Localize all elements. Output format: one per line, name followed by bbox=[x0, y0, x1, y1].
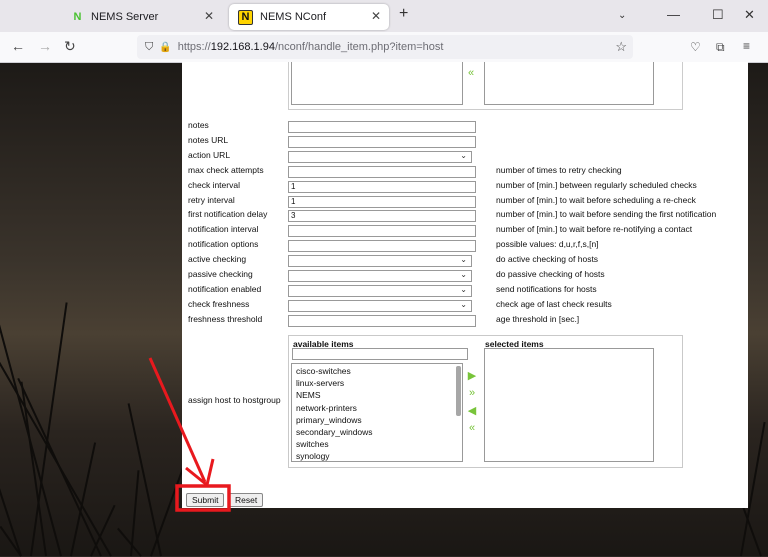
field-input[interactable]: 3 bbox=[288, 210, 476, 223]
forward-arrow-icon[interactable]: → bbox=[38, 38, 52, 54]
list-item[interactable]: NEMS bbox=[296, 390, 321, 400]
field-input[interactable] bbox=[288, 121, 476, 133]
field-select[interactable]: ⌄ bbox=[288, 284, 472, 297]
remove-all-arrow-icon[interactable]: « bbox=[464, 68, 478, 79]
tab-label: NEMS NConf bbox=[260, 11, 327, 23]
add-all-arrow-icon[interactable]: » bbox=[465, 388, 479, 399]
url-path: /nconf/handle_item.php?item=host bbox=[274, 41, 444, 53]
field-label: check interval bbox=[188, 179, 240, 190]
shield-icon: ⛉ bbox=[145, 40, 154, 53]
previous-available-list[interactable] bbox=[291, 62, 463, 105]
field-description: send notifications for hosts bbox=[496, 283, 597, 294]
field-input[interactable] bbox=[288, 225, 476, 238]
navigation-bar: ← → ↻ ⛉ 🔒 https:// 192.168.1.94 /nconf/h… bbox=[0, 32, 768, 63]
field-description: age threshold in [sec.] bbox=[496, 313, 580, 324]
add-arrow-icon[interactable]: ▶ bbox=[465, 371, 479, 382]
field-description: number of [min.] between regularly sched… bbox=[496, 179, 697, 190]
minimize-icon[interactable]: — bbox=[667, 7, 680, 22]
tab-label: NEMS Server bbox=[91, 11, 159, 23]
lock-icon: 🔒 bbox=[159, 41, 172, 53]
list-item[interactable]: network-printers bbox=[296, 403, 357, 413]
list-item[interactable]: primary_windows bbox=[296, 415, 362, 425]
field-label: notification options bbox=[188, 239, 259, 250]
menu-icon[interactable]: ≡ bbox=[743, 39, 750, 53]
available-items-list[interactable]: cisco-switches linux-servers NEMS network-p… bbox=[291, 363, 463, 462]
field-label: notification enabled bbox=[188, 283, 262, 294]
nconf-page: « notes notes URL action URL ⌄ max check att… bbox=[182, 62, 748, 508]
close-icon[interactable]: ✕ bbox=[371, 9, 381, 23]
tab-bar: N NEMS Server ✕ N NEMS NConf ✕ + ⌄ — ☐ ✕ bbox=[0, 0, 768, 32]
previous-selected-list[interactable] bbox=[484, 62, 654, 105]
maximize-icon[interactable]: ☐ bbox=[712, 7, 724, 23]
address-bar[interactable]: ⛉ 🔒 https:// 192.168.1.94 /nconf/handle_… bbox=[137, 35, 633, 59]
field-description: number of times to retry checking bbox=[496, 164, 622, 175]
field-label: notes URL bbox=[188, 134, 229, 145]
field-description: number of [min.] to wait before re-notif… bbox=[496, 224, 693, 235]
remove-arrow-icon[interactable]: ◀ bbox=[465, 406, 479, 417]
window-close-icon[interactable]: ✕ bbox=[744, 7, 755, 23]
list-item[interactable]: linux-servers bbox=[296, 378, 344, 388]
list-item[interactable]: cisco-switches bbox=[296, 366, 351, 376]
url-scheme: https:// bbox=[177, 41, 211, 53]
field-select[interactable]: ⌄ bbox=[288, 299, 472, 312]
field-label: passive checking bbox=[188, 269, 253, 279]
nems-server-icon: N bbox=[73, 11, 82, 23]
field-description: check age of last check results bbox=[496, 298, 612, 309]
available-filter-input[interactable] bbox=[292, 348, 468, 360]
reset-button[interactable]: Reset bbox=[229, 493, 264, 507]
chevron-down-icon: ⌄ bbox=[460, 284, 467, 294]
scrollbar[interactable] bbox=[456, 366, 461, 416]
list-item[interactable]: secondary_windows bbox=[296, 427, 373, 437]
field-description: number of [min.] to wait before scheduli… bbox=[496, 194, 696, 205]
field-label: retry interval bbox=[188, 194, 235, 205]
url-host: 192.168.1.94 bbox=[210, 41, 275, 53]
pocket-icon[interactable]: ♡ bbox=[690, 40, 701, 54]
close-icon[interactable]: ✕ bbox=[204, 9, 214, 23]
field-label: check freshness bbox=[188, 298, 250, 309]
field-input[interactable]: 1 bbox=[288, 180, 476, 193]
field-label: first notification delay bbox=[188, 209, 268, 220]
field-label: freshness threshold bbox=[188, 313, 263, 324]
hostgroup-label: assign host to hostgroup bbox=[188, 395, 281, 405]
field-select[interactable]: ⌄ bbox=[288, 270, 472, 282]
field-input[interactable]: 1 bbox=[288, 195, 476, 208]
nconf-icon: N bbox=[238, 9, 253, 25]
field-select[interactable]: ⌄ bbox=[288, 150, 472, 163]
field-input[interactable] bbox=[288, 135, 476, 148]
chevron-down-icon: ⌄ bbox=[460, 299, 467, 309]
field-label: notes bbox=[188, 120, 209, 130]
field-label: notification interval bbox=[188, 224, 259, 235]
field-label: max check attempts bbox=[188, 164, 264, 175]
field-description: do active checking of hosts bbox=[496, 254, 599, 265]
bookmark-star-icon[interactable]: ☆ bbox=[615, 39, 627, 55]
field-description: do passive checking of hosts bbox=[496, 269, 605, 279]
chevron-down-icon: ⌄ bbox=[460, 270, 467, 279]
reload-icon[interactable]: ↻ bbox=[64, 38, 76, 55]
field-description: number of [min.] to wait before sending … bbox=[496, 209, 717, 220]
new-tab-icon[interactable]: + bbox=[399, 5, 408, 23]
tab-nems-server[interactable]: N NEMS Server ✕ bbox=[62, 4, 222, 30]
field-label: action URL bbox=[188, 149, 231, 160]
field-label: active checking bbox=[188, 254, 247, 265]
field-description: possible values: d,u,r,f,s,[n] bbox=[496, 239, 599, 250]
field-input[interactable] bbox=[288, 314, 476, 327]
field-input[interactable] bbox=[288, 240, 476, 253]
extensions-icon[interactable]: ⧉ bbox=[716, 40, 725, 55]
submit-button[interactable]: Submit bbox=[186, 493, 225, 507]
field-select[interactable]: ⌄ bbox=[288, 255, 472, 268]
chevron-down-icon[interactable]: ⌄ bbox=[618, 10, 626, 21]
chevron-down-icon: ⌄ bbox=[460, 150, 467, 160]
list-item[interactable]: switches bbox=[296, 439, 329, 449]
field-input[interactable] bbox=[288, 165, 476, 178]
list-item[interactable]: synology bbox=[296, 451, 330, 461]
back-arrow-icon[interactable]: ← bbox=[11, 38, 25, 54]
selected-items-list[interactable] bbox=[484, 348, 654, 462]
tab-nems-nconf[interactable]: N NEMS NConf ✕ bbox=[229, 4, 389, 30]
remove-all-arrow-icon[interactable]: « bbox=[465, 423, 479, 434]
chevron-down-icon: ⌄ bbox=[460, 255, 467, 265]
